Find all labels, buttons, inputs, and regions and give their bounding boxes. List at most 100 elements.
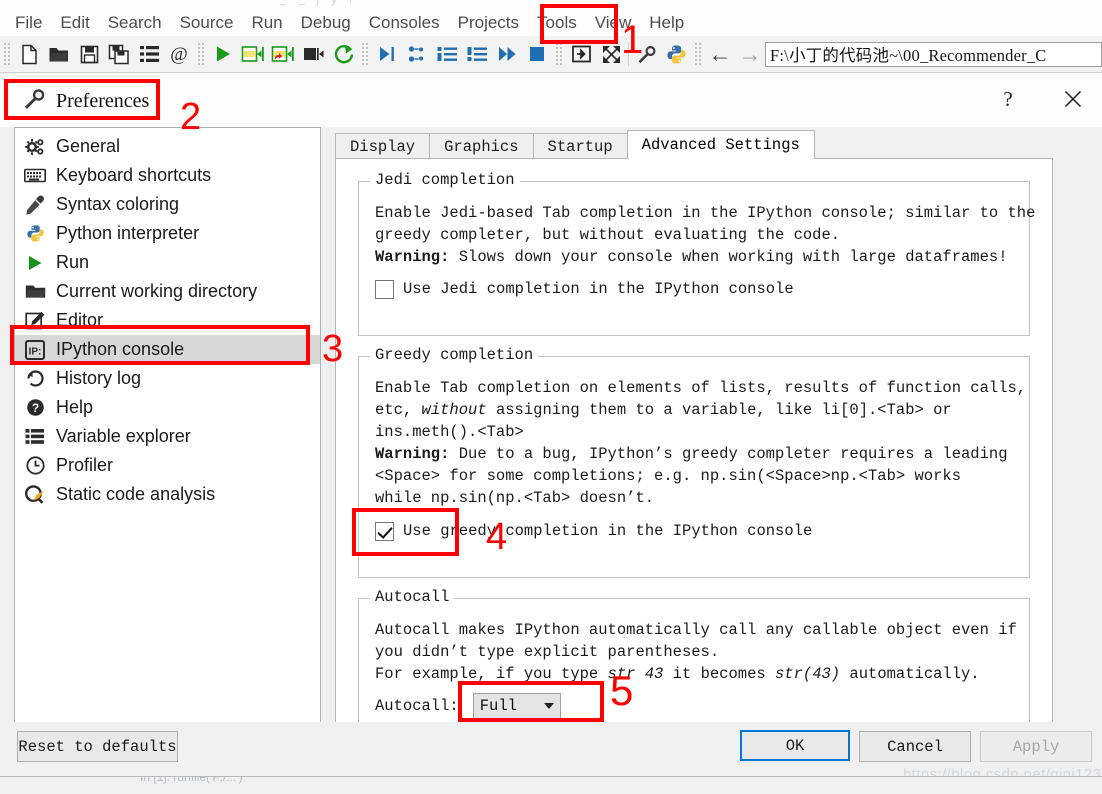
debug-stop-icon[interactable] bbox=[522, 39, 552, 69]
tab-advanced-settings[interactable]: Advanced Settings bbox=[626, 130, 815, 159]
debug-step-return-icon[interactable] bbox=[462, 39, 492, 69]
autocall-example-line: For example, if you type str 43 it becom… bbox=[375, 663, 980, 685]
svg-text:@: @ bbox=[170, 44, 188, 65]
jedi-completion-checkbox-row[interactable]: Use Jedi completion in the IPython conso… bbox=[375, 278, 794, 300]
help-button[interactable]: ? bbox=[995, 86, 1021, 112]
window-top-sliver: _ _ j y ! bbox=[0, 0, 1102, 10]
run-cell-advance-icon[interactable] bbox=[268, 39, 298, 69]
close-icon[interactable] bbox=[1060, 86, 1086, 112]
sidebar-item-variable-explorer[interactable]: Variable explorer bbox=[15, 422, 320, 451]
ok-button[interactable]: OK bbox=[740, 730, 850, 761]
nav-back-icon[interactable]: ← bbox=[705, 39, 735, 69]
run-selection-icon[interactable] bbox=[298, 39, 328, 69]
file-switcher-icon[interactable] bbox=[134, 39, 164, 69]
working-directory-path-input[interactable]: F:\小丁的代码池~\00_Recommender_C bbox=[765, 41, 1102, 67]
sidebar-item-profiler[interactable]: Profiler bbox=[15, 451, 320, 480]
preferences-body: General Keyboard shortcuts Syntax colori… bbox=[0, 127, 1102, 729]
toolbar-drag-handle-1[interactable] bbox=[2, 41, 11, 67]
sidebar-item-ipython-console[interactable]: IP: IPython console bbox=[15, 335, 320, 364]
save-file-icon[interactable] bbox=[74, 39, 104, 69]
greedy-completion-checkbox[interactable] bbox=[375, 521, 394, 541]
menu-bar: File Edit Search Source Run Debug Consol… bbox=[0, 10, 1102, 36]
run-file-icon[interactable] bbox=[208, 39, 238, 69]
autocall-field-label: Autocall: bbox=[375, 697, 459, 715]
new-file-icon[interactable] bbox=[14, 39, 44, 69]
reset-to-defaults-button[interactable]: Reset to defaults bbox=[17, 731, 178, 762]
debug-continue-icon[interactable] bbox=[492, 39, 522, 69]
menu-item-search[interactable]: Search bbox=[99, 11, 171, 35]
keyboard-icon bbox=[23, 165, 47, 187]
toolbar-drag-handle-3[interactable] bbox=[360, 41, 369, 67]
debug-step-into-icon[interactable] bbox=[432, 39, 462, 69]
autocall-select[interactable]: Full bbox=[472, 693, 561, 719]
tab-graphics[interactable]: Graphics bbox=[429, 133, 534, 159]
menu-item-file[interactable]: File bbox=[6, 11, 51, 35]
maximize-pane-icon[interactable] bbox=[566, 39, 596, 69]
greedy-desc-line-1: Enable Tab completion on elements of lis… bbox=[375, 379, 1027, 397]
toolbar-separator bbox=[628, 42, 629, 66]
preferences-right-pane: Display Graphics Startup Advanced Settin… bbox=[329, 127, 1087, 729]
toolbar-drag-handle-2[interactable] bbox=[196, 41, 205, 67]
save-all-icon[interactable] bbox=[104, 39, 134, 69]
tab-display[interactable]: Display bbox=[335, 133, 431, 159]
sidebar-item-help[interactable]: ? Help bbox=[15, 393, 320, 422]
jedi-completion-group: Jedi completion Enable Jedi-based Tab co… bbox=[358, 171, 1035, 336]
greedy-warning-line-1: Warning: Due to a bug, IPython’s greedy … bbox=[375, 443, 1008, 465]
autocall-group: Autocall Autocall makes IPython automati… bbox=[358, 588, 1030, 728]
nav-forward-icon[interactable]: → bbox=[735, 39, 765, 69]
fullscreen-icon[interactable] bbox=[596, 39, 626, 69]
sidebar-item-editor[interactable]: Editor bbox=[15, 306, 320, 335]
sidebar-item-keyboard-shortcuts[interactable]: Keyboard shortcuts bbox=[15, 161, 320, 190]
tab-startup[interactable]: Startup bbox=[532, 133, 628, 159]
top-ghost-text: _ _ j y ! bbox=[280, 0, 353, 6]
sidebar-item-current-working-directory[interactable]: Current working directory bbox=[15, 277, 320, 306]
menu-item-source[interactable]: Source bbox=[171, 11, 243, 35]
toolbar-drag-handle-4[interactable] bbox=[554, 41, 563, 67]
jedi-group-legend: Jedi completion bbox=[370, 171, 520, 189]
greedy-warning-line-3: while np.sin(np.<Tab> doesn’t. bbox=[375, 489, 655, 507]
sidebar-item-python-interpreter[interactable]: Python interpreter bbox=[15, 219, 320, 248]
menu-item-debug[interactable]: Debug bbox=[292, 11, 360, 35]
menu-item-edit[interactable]: Edit bbox=[51, 11, 98, 35]
preferences-wrench-icon[interactable] bbox=[631, 39, 661, 69]
menu-item-projects[interactable]: Projects bbox=[449, 11, 528, 35]
menu-item-consoles[interactable]: Consoles bbox=[360, 11, 449, 35]
sidebar-item-history-log[interactable]: History log bbox=[15, 364, 320, 393]
debug-step-over-icon[interactable] bbox=[402, 39, 432, 69]
jedi-completion-checkbox[interactable] bbox=[375, 279, 394, 299]
autocall-field-row: Autocall: Full bbox=[375, 693, 561, 719]
greedy-warning-line-2: <Space> for some completions; e.g. np.si… bbox=[375, 467, 961, 485]
sidebar-item-label: Static code analysis bbox=[56, 484, 216, 504]
working-directory-path-value: F:\小丁的代码池~\00_Recommender_C bbox=[770, 46, 1047, 65]
jedi-warning-text: Slows down your console when working wit… bbox=[449, 248, 1008, 266]
at-sign-icon[interactable]: @ bbox=[164, 39, 194, 69]
ipython-icon: IP: bbox=[23, 339, 47, 361]
debug-file-icon[interactable] bbox=[372, 39, 402, 69]
run-cell-icon[interactable] bbox=[238, 39, 268, 69]
sidebar-item-run[interactable]: Run bbox=[15, 248, 320, 277]
svg-text:?: ? bbox=[31, 401, 38, 415]
pencil-edit-icon bbox=[23, 310, 47, 332]
menu-item-view[interactable]: View bbox=[586, 11, 641, 35]
sidebar-item-label: Keyboard shortcuts bbox=[56, 165, 212, 185]
sidebar-item-syntax-coloring[interactable]: Syntax coloring bbox=[15, 190, 320, 219]
cancel-button[interactable]: Cancel bbox=[859, 731, 971, 762]
greedy-line2-pre: etc, bbox=[375, 401, 422, 419]
re-run-cell-icon[interactable] bbox=[328, 39, 358, 69]
sidebar-item-label: IPython console bbox=[56, 339, 185, 359]
sidebar-item-static-code-analysis[interactable]: Static code analysis bbox=[15, 480, 320, 509]
sidebar-item-label: Editor bbox=[56, 310, 104, 330]
toolbar-drag-handle-5[interactable] bbox=[693, 41, 702, 67]
menu-item-run[interactable]: Run bbox=[242, 11, 291, 35]
autocall-desc-line-2: you didn’t type explicit parentheses. bbox=[375, 643, 720, 661]
table-list-icon bbox=[23, 426, 47, 448]
gears-icon bbox=[23, 136, 47, 158]
menu-item-help[interactable]: Help bbox=[640, 11, 693, 35]
wrench-icon bbox=[22, 87, 46, 116]
open-file-icon[interactable] bbox=[44, 39, 74, 69]
python-path-manager-icon[interactable] bbox=[661, 39, 691, 69]
sidebar-item-general[interactable]: General bbox=[15, 132, 320, 161]
menu-item-tools[interactable]: Tools bbox=[528, 11, 586, 35]
sidebar-item-label: Variable explorer bbox=[56, 426, 191, 446]
greedy-completion-checkbox-row[interactable]: Use greedy completion in the IPython con… bbox=[375, 520, 812, 542]
